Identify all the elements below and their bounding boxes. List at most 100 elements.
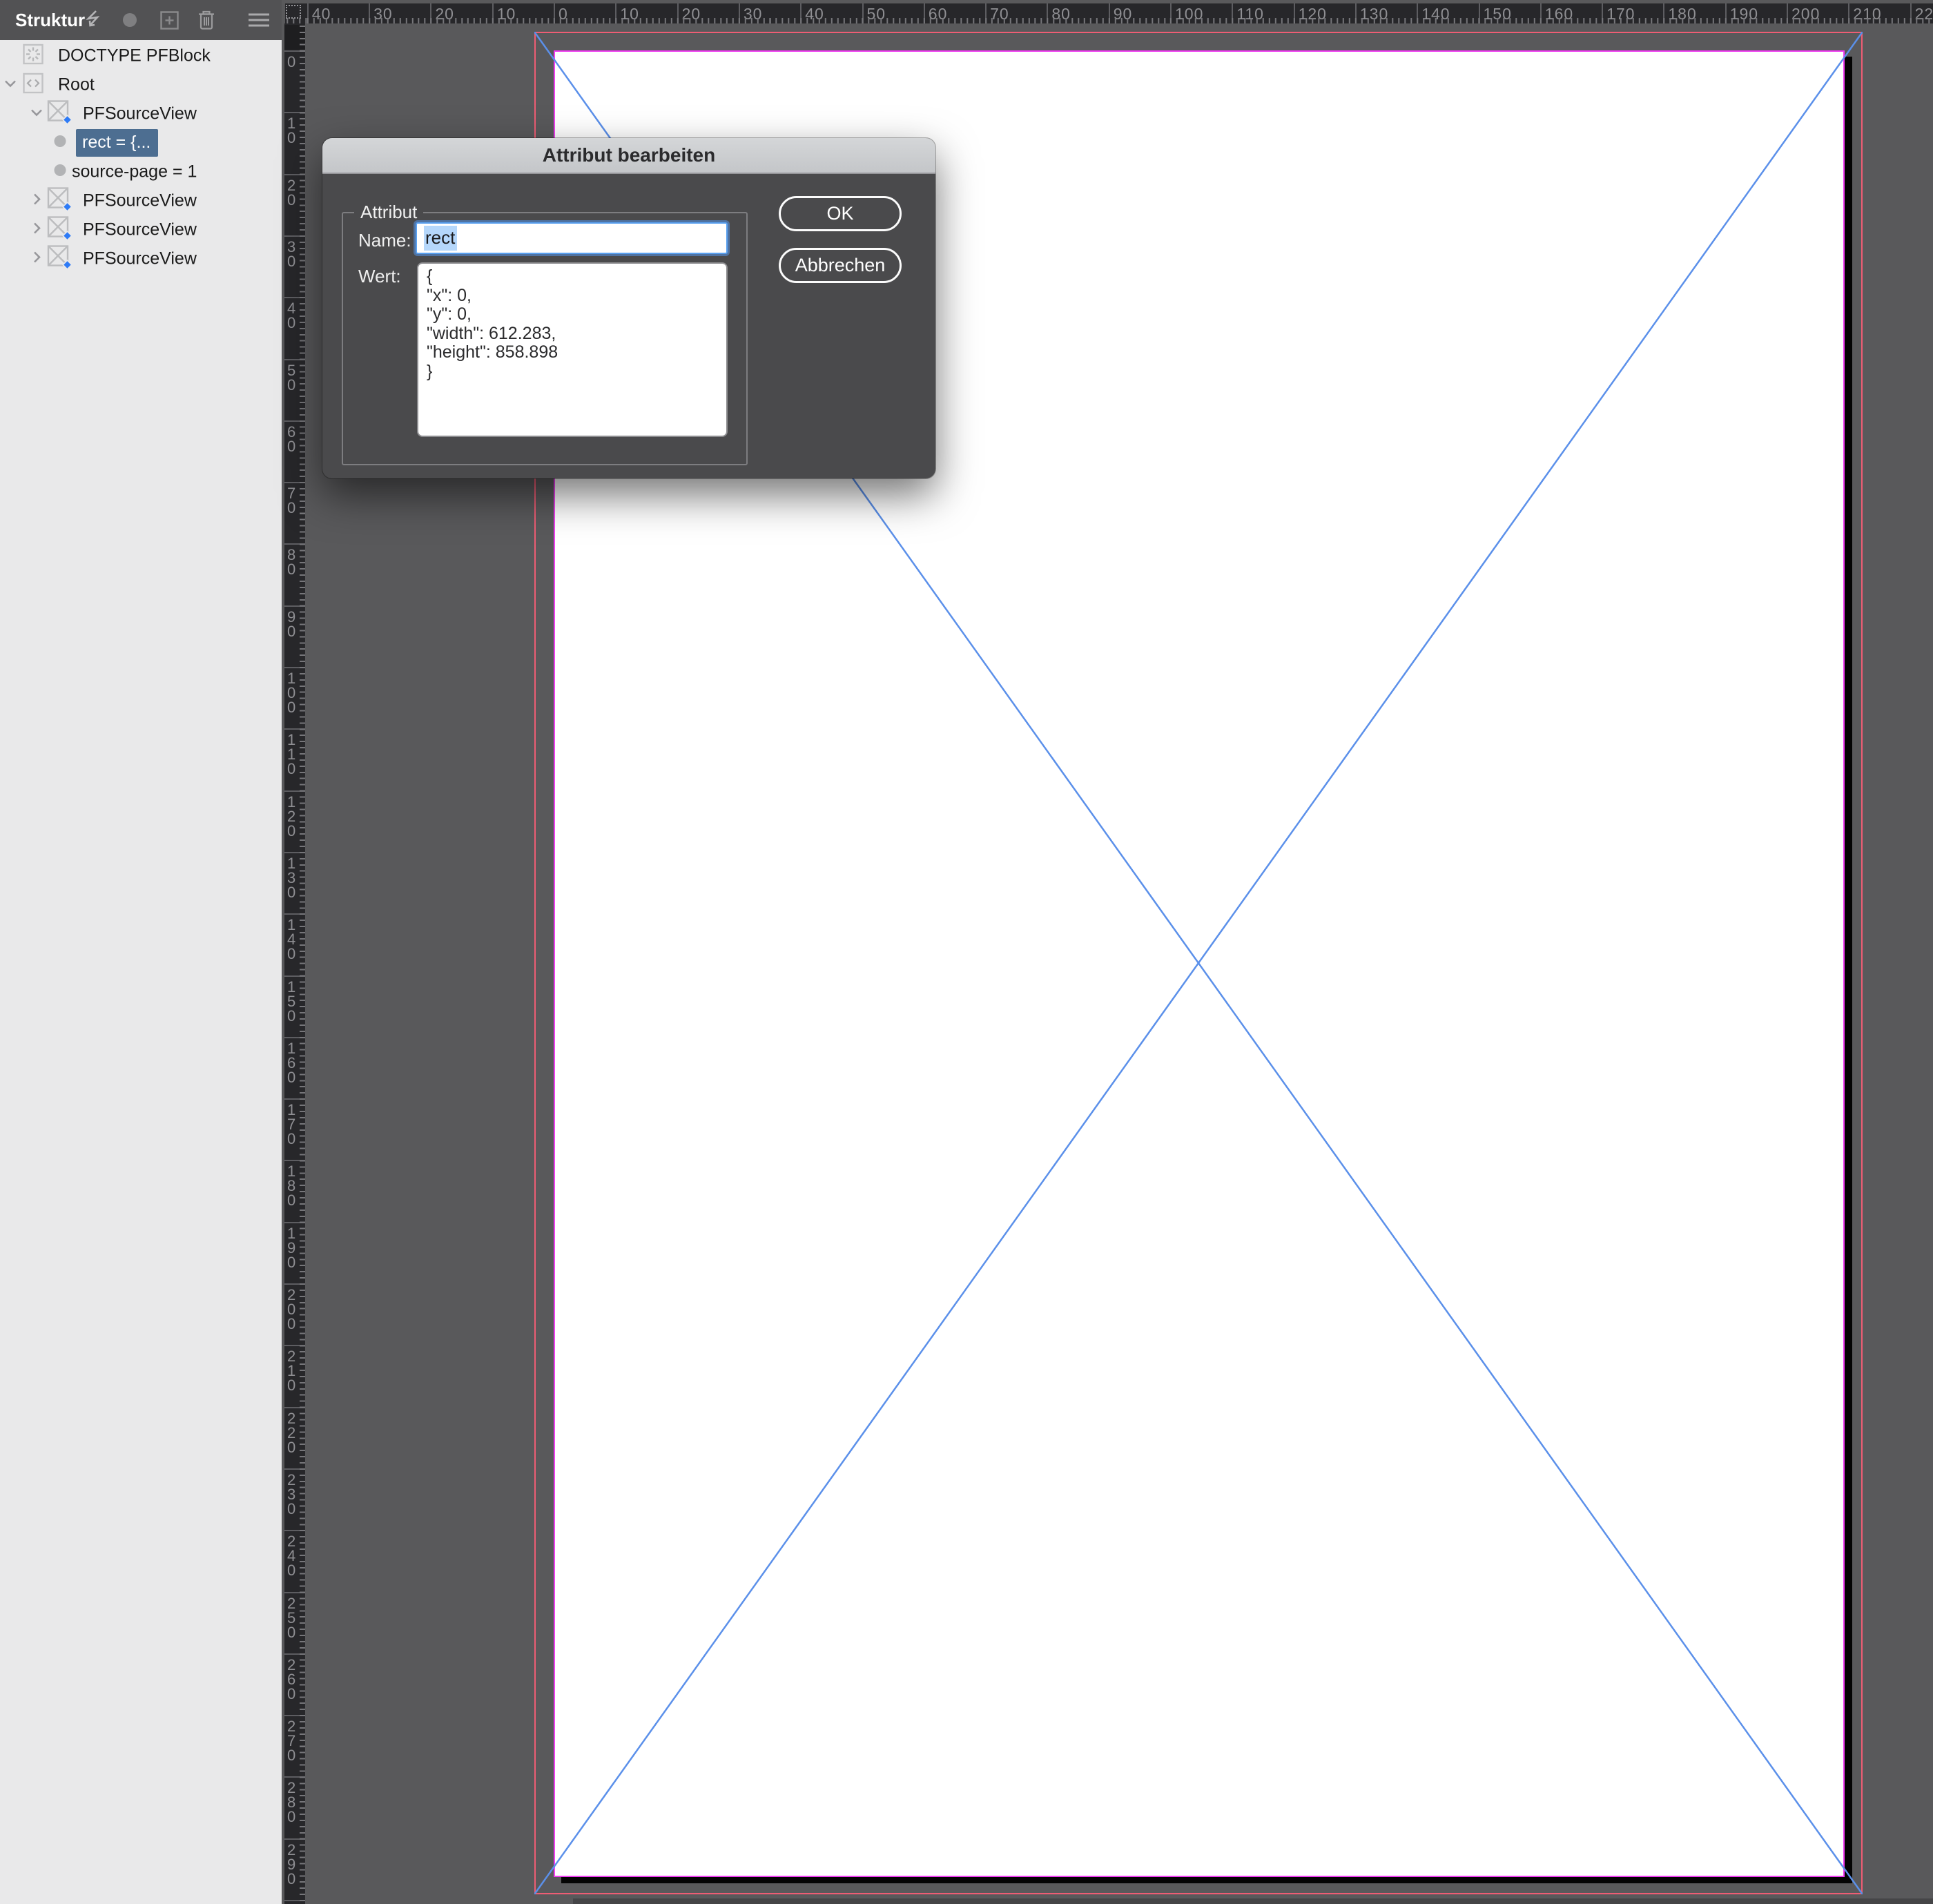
structure-panel-header: Struktur (0, 0, 282, 40)
vertical-ruler: 0102030405060708090100110120130140150160… (284, 23, 305, 1904)
dialog-titlebar[interactable]: Attribut bearbeiten (322, 138, 935, 174)
ruler-h-label: 90 (1114, 5, 1133, 23)
name-input-selected-text: rect (424, 226, 457, 251)
ruler-v-label: 270 (287, 1719, 295, 1762)
ruler-v-label: 150 (287, 980, 295, 1023)
ruler-v-tick (284, 1530, 305, 1531)
doctype-icon (23, 44, 43, 68)
chevron-right-icon[interactable] (29, 192, 44, 211)
chevron-down-icon[interactable] (3, 76, 18, 95)
wert-textarea[interactable]: { "x": 0, "y": 0, "width": 612.283, "hei… (417, 262, 728, 437)
ruler-v-label: 140 (287, 917, 295, 961)
ruler-v-tick (284, 1592, 305, 1593)
tree-row-doctype-pfblock[interactable]: DOCTYPE PFBlock (0, 41, 282, 70)
ruler-h-tick (1479, 3, 1480, 23)
ruler-v-tick (284, 1838, 305, 1840)
tree-row-pfsourceview[interactable]: PFSourceView (0, 244, 282, 273)
attribute-icon (54, 164, 66, 180)
ruler-h-tick (1787, 3, 1788, 23)
ruler-h-tick (1355, 3, 1357, 23)
tree-row-label: source-page = 1 (72, 162, 197, 182)
menu-icon[interactable] (249, 0, 269, 40)
ruler-h-label: 70 (990, 5, 1009, 23)
name-input[interactable]: rect (416, 222, 728, 254)
ruler-h-tick (615, 3, 616, 23)
ruler-h-label: 50 (867, 5, 886, 23)
ruler-v-tick (284, 235, 305, 237)
tree-row-source-page-1[interactable]: source-page = 1 (0, 157, 282, 186)
ruler-origin-box[interactable] (286, 5, 301, 19)
chevron-down-icon[interactable] (29, 105, 44, 124)
ruler-h-label: 30 (744, 5, 763, 23)
ruler-v-tick (284, 50, 305, 52)
ruler-h-tick (924, 3, 925, 23)
ruler-v-tick (284, 1468, 305, 1470)
ruler-v-label: 30 (287, 240, 295, 269)
ruler-h-tick (1109, 3, 1110, 23)
ok-button[interactable]: OK (779, 196, 902, 231)
ruler-h-label: 170 (1606, 5, 1635, 23)
ruler-h-tick (1602, 3, 1603, 23)
ruler-h-tick (1725, 3, 1727, 23)
tree-row-label: PFSourceView (83, 104, 197, 124)
ruler-v-label: 260 (287, 1658, 295, 1701)
ruler-h-tick (1540, 3, 1542, 23)
chevron-right-icon[interactable] (29, 250, 44, 269)
ruler-h-label: 190 (1730, 5, 1758, 23)
chevron-right-icon[interactable] (29, 221, 44, 240)
ruler-v-tick (284, 297, 305, 298)
ruler-h-label: 60 (929, 5, 948, 23)
ruler-v-label: 110 (287, 732, 295, 776)
ruler-h-tick (1417, 3, 1418, 23)
ruler-v-tick (284, 420, 305, 422)
ruler-h-label: 110 (1236, 5, 1264, 23)
ruler-v-tick (284, 1900, 305, 1901)
ruler-h-tick (985, 3, 987, 23)
ruler-h-label: 180 (1668, 5, 1696, 23)
ruler-v-label: 230 (287, 1473, 295, 1516)
ruler-h-label: 20 (682, 5, 701, 23)
cancel-button[interactable]: Abbrechen (779, 248, 902, 283)
ruler-v-label: 20 (287, 178, 295, 207)
ruler-v-label: 280 (287, 1780, 295, 1824)
ruler-h-label: 0 (558, 5, 568, 23)
ruler-v-label: 190 (287, 1226, 295, 1270)
canvas-bottom-strip (573, 1898, 1933, 1904)
dialog-title: Attribut bearbeiten (543, 144, 715, 166)
ruler-h-tick (1232, 3, 1233, 23)
ruler-v-label: 290 (287, 1843, 295, 1886)
ruler-h-tick (1910, 3, 1912, 23)
ruler-v-label: 130 (287, 856, 295, 900)
ruler-h-tick (554, 3, 555, 23)
tree-row-pfsourceview[interactable]: PFSourceView (0, 186, 282, 215)
ruler-h-tick (1294, 3, 1295, 23)
panel-title: Struktur (15, 0, 85, 40)
tree-row-label: PFSourceView (83, 191, 197, 211)
ruler-v-tick (284, 1715, 305, 1716)
flash-icon[interactable] (84, 0, 102, 40)
ruler-h-tick (307, 3, 309, 23)
ruler-v-tick (284, 728, 305, 730)
tree-row-rect-[interactable]: rect = {... (0, 128, 282, 157)
ruler-h-tick (739, 3, 740, 23)
ruler-v-tick (284, 1222, 305, 1223)
ruler-h-tick (1663, 3, 1664, 23)
ruler-v-tick (284, 1283, 305, 1285)
ruler-h-label: 140 (1421, 5, 1450, 23)
trash-icon[interactable] (197, 0, 215, 40)
image-icon (47, 245, 72, 273)
tree-row-pfsourceview[interactable]: PFSourceView (0, 99, 282, 128)
ruler-v-tick (284, 605, 305, 607)
ruler-h-label: 210 (1853, 5, 1881, 23)
tree-row-label: Root (58, 75, 95, 95)
ruler-v-label: 180 (287, 1164, 295, 1207)
ruler-v-tick (284, 667, 305, 668)
ruler-v-label: 170 (287, 1102, 295, 1146)
ruler-v-tick (284, 975, 305, 977)
edit-attribute-dialog: Attribut bearbeiten Attribut Name: rect … (322, 138, 935, 478)
tree-row-pfsourceview[interactable]: PFSourceView (0, 215, 282, 244)
tree-row-root[interactable]: Root (0, 70, 282, 99)
record-circle-icon[interactable] (122, 0, 137, 40)
ruler-v-tick (284, 1098, 305, 1100)
add-box-icon[interactable] (160, 0, 179, 40)
